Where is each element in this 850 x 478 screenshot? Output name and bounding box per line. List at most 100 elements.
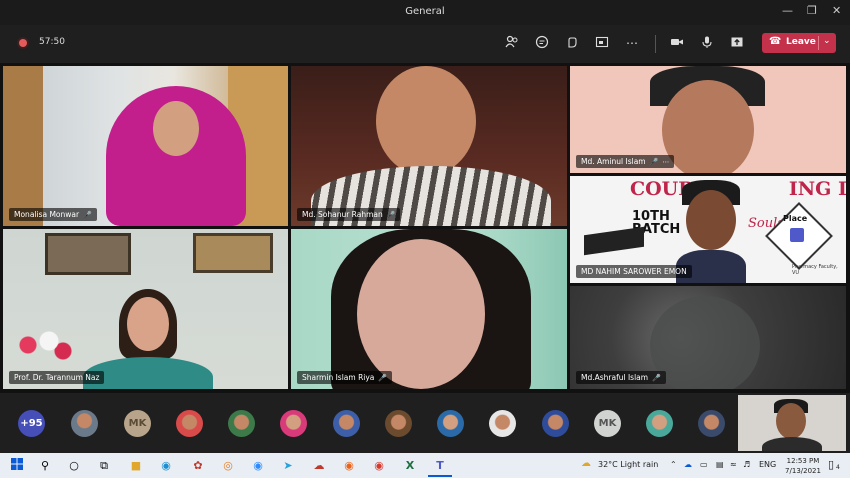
mic-icon: 🎤	[649, 158, 659, 166]
app-icon[interactable]: ☁	[311, 458, 327, 474]
share-screen-icon[interactable]	[729, 35, 745, 51]
app-icon[interactable]: ✿	[190, 458, 206, 474]
participant-avatar[interactable]	[542, 410, 569, 437]
battery-icon[interactable]: ▭	[700, 460, 708, 469]
people-icon[interactable]	[504, 35, 520, 51]
meeting-timer: 57:50	[39, 37, 65, 47]
telegram-icon[interactable]: ➤	[280, 458, 296, 474]
participant-avatar[interactable]	[698, 410, 725, 437]
teams-logo-icon	[790, 228, 804, 242]
participant-avatar[interactable]	[280, 410, 307, 437]
participant-avatar-initials[interactable]: MK	[124, 410, 151, 437]
weather-text[interactable]: 32°C Light rain	[598, 460, 658, 469]
participant-name: Md. Aminul Islam	[581, 157, 646, 166]
wall-frame	[45, 233, 131, 275]
participant-avatar[interactable]	[71, 410, 98, 437]
video-tile-nahim[interactable]: COURSE ING DAY 10TH BATCH Souls Place Ph…	[570, 176, 846, 283]
toolbar-separator	[655, 35, 656, 53]
search-icon[interactable]: ⚲	[37, 458, 53, 474]
firefox-icon[interactable]: ◉	[341, 458, 357, 474]
participant-avatar[interactable]	[228, 410, 255, 437]
maximize-icon[interactable]: ❐	[807, 4, 817, 17]
video-tile-aminul[interactable]: Md. Aminul Islam 🎤 ⋯	[570, 66, 846, 173]
clock-date: 7/13/2021	[785, 467, 821, 475]
leave-label: Leave	[786, 37, 816, 47]
video-tile-tarannum[interactable]: Prof. Dr. Tarannum Naz	[3, 229, 288, 389]
chevron-down-icon[interactable]: ⌄	[823, 36, 831, 46]
participant-avatar[interactable]	[333, 410, 360, 437]
video-tile-monalisa[interactable]: Monalisa Monwar 🎤	[3, 66, 288, 226]
windows-taskbar: ⚲ ○ ⧉ ■ ◉ ✿ ◎ ◉ ➤ ☁ ◉ ◉ X T ☁ 32°C Light…	[0, 453, 850, 478]
volume-icon[interactable]: ♬	[743, 460, 750, 469]
participant-name-tag: MD NAHIM SAROWER EMON	[576, 265, 692, 278]
language-indicator[interactable]: ENG	[759, 460, 776, 469]
microphone-icon[interactable]	[699, 35, 715, 51]
recording-icon	[19, 39, 27, 47]
weather-icon[interactable]: ☁	[581, 458, 591, 469]
close-icon[interactable]: ✕	[832, 4, 841, 17]
participant-avatar[interactable]	[646, 410, 673, 437]
leave-button[interactable]: ☎ Leave ⌄	[762, 33, 836, 53]
clock-time: 12:53 PM	[786, 457, 820, 465]
participant-name-tag: Md.Ashraful Islam 🎤	[576, 371, 666, 384]
notification-count: 4	[836, 464, 840, 471]
hang-up-icon: ☎	[769, 36, 782, 47]
video-stage: Monalisa Monwar 🎤 Md. Sohanur Rahman 🎤 Md.…	[0, 63, 850, 393]
task-view-icon[interactable]: ⧉	[96, 458, 112, 474]
participant-avatar-initials[interactable]: MK	[594, 410, 621, 437]
window-title: General	[405, 6, 445, 17]
participant-name: Prof. Dr. Tarannum Naz	[14, 373, 100, 382]
participant-name: Md. Sohanur Rahman	[302, 210, 383, 219]
participant-name-tag: Md. Aminul Islam 🎤 ⋯	[576, 155, 675, 168]
leave-divider	[818, 36, 819, 50]
participant-avatar[interactable]	[437, 410, 464, 437]
active-app-indicator	[428, 475, 452, 477]
zoom-icon[interactable]: ◉	[250, 458, 266, 474]
windows-start-icon[interactable]	[9, 458, 25, 474]
app-icon[interactable]: ◎	[220, 458, 236, 474]
mic-icon: 🎤	[386, 211, 396, 219]
participant-name-tag: Md. Sohanur Rahman 🎤	[297, 208, 401, 221]
self-view-video[interactable]	[738, 395, 846, 451]
notification-center-icon[interactable]: ▯	[828, 458, 834, 471]
chevron-up-icon[interactable]: ⌃	[670, 460, 677, 469]
participant-strip: +95 MK MK	[0, 393, 850, 453]
title-bar: General — ❐ ✕	[0, 0, 850, 25]
mic-icon: 🎤	[378, 374, 388, 382]
flowers	[7, 325, 77, 365]
more-actions-icon[interactable]: ⋯	[624, 35, 640, 51]
participant-avatar[interactable]	[176, 410, 203, 437]
chat-icon[interactable]	[534, 35, 550, 51]
chrome-icon[interactable]: ◉	[371, 458, 387, 474]
excel-icon[interactable]: X	[402, 458, 418, 474]
reactions-icon[interactable]	[564, 35, 580, 51]
mic-icon: 🎤	[652, 374, 661, 382]
video-tile-sohanur[interactable]: Md. Sohanur Rahman 🎤	[291, 66, 567, 226]
overflow-participants-button[interactable]: +95	[18, 410, 45, 437]
wifi-icon[interactable]: ≈	[730, 460, 737, 469]
participant-name-tag: Prof. Dr. Tarannum Naz	[9, 371, 105, 384]
file-explorer-icon[interactable]: ■	[128, 458, 144, 474]
participant-name: MD NAHIM SAROWER EMON	[581, 267, 687, 276]
minimize-icon[interactable]: —	[782, 4, 793, 17]
participant-name-tag: Sharmin Islam Riya 🎤	[297, 371, 393, 384]
graduation-cap-icon	[584, 226, 644, 256]
participant-avatar[interactable]	[489, 410, 516, 437]
camera-icon[interactable]	[669, 35, 685, 51]
banner-place: Place	[783, 214, 808, 223]
mic-icon: 🎤	[83, 211, 92, 219]
video-tile-sharmin[interactable]: Sharmin Islam Riya 🎤	[291, 229, 567, 389]
edge-icon[interactable]: ◉	[158, 458, 174, 474]
video-tile-ashraful[interactable]: Md.Ashraful Islam 🎤	[570, 286, 846, 389]
participant-name-tag: Monalisa Monwar 🎤	[9, 208, 97, 221]
onedrive-icon[interactable]: ☁	[684, 460, 692, 469]
participant-avatar[interactable]	[385, 410, 412, 437]
clock[interactable]: 12:53 PM 7/13/2021	[782, 456, 824, 476]
more-options-icon[interactable]: ⋯	[662, 158, 669, 166]
cortana-icon[interactable]: ○	[66, 458, 82, 474]
participant-name: Sharmin Islam Riya	[302, 373, 375, 382]
wall-frame	[193, 233, 273, 273]
breakout-rooms-icon[interactable]	[594, 35, 610, 51]
network-icon[interactable]: ▤	[716, 460, 724, 469]
teams-icon[interactable]: T	[432, 458, 448, 474]
